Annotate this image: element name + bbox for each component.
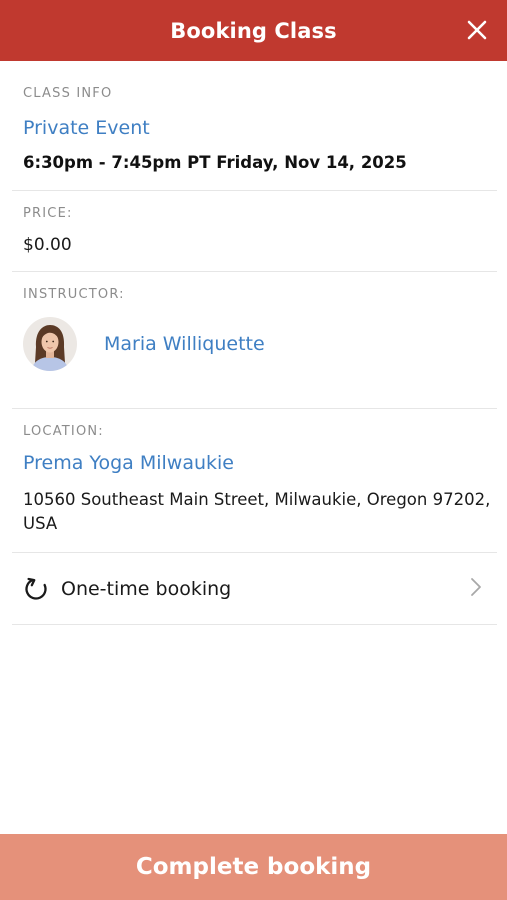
location-address: 10560 Southeast Main Street, Milwaukie, … — [23, 490, 491, 533]
page-title: Booking Class — [170, 18, 337, 43]
price-label: PRICE: — [23, 206, 73, 221]
class-name-link[interactable]: Private Event — [23, 117, 497, 139]
location-label: LOCATION: — [23, 424, 104, 439]
booking-details: CLASS INFO Private Event 6:30pm - 7:45pm… — [12, 61, 497, 625]
instructor-name-link[interactable]: Maria Williquette — [104, 333, 265, 355]
complete-booking-button[interactable]: Complete booking — [0, 834, 507, 900]
class-time: 6:30pm - 7:45pm PT Friday, Nov 14, 2025 — [23, 153, 407, 172]
location-section: LOCATION: Prema Yoga Milwaukie 10560 Sou… — [12, 409, 497, 553]
location-name-link[interactable]: Prema Yoga Milwaukie — [23, 452, 497, 474]
price-section: PRICE: $0.00 — [12, 191, 497, 272]
refresh-icon — [25, 577, 47, 600]
chevron-right-icon — [471, 578, 481, 596]
close-icon — [467, 20, 487, 40]
class-info-label: CLASS INFO — [23, 86, 113, 101]
class-info-section: CLASS INFO Private Event 6:30pm - 7:45pm… — [12, 61, 497, 191]
instructor-section: INSTRUCTOR: Maria Williquette — [12, 272, 497, 409]
booking-type-row[interactable]: One-time booking — [12, 553, 497, 625]
instructor-label: INSTRUCTOR: — [23, 287, 125, 302]
price-value: $0.00 — [23, 235, 72, 255]
booking-type-label: One-time booking — [61, 577, 232, 600]
app-header: Booking Class — [0, 0, 507, 61]
instructor-row[interactable]: Maria Williquette — [23, 317, 497, 371]
instructor-avatar — [23, 317, 77, 371]
avatar[interactable] — [23, 317, 77, 371]
close-button[interactable] — [461, 14, 493, 46]
